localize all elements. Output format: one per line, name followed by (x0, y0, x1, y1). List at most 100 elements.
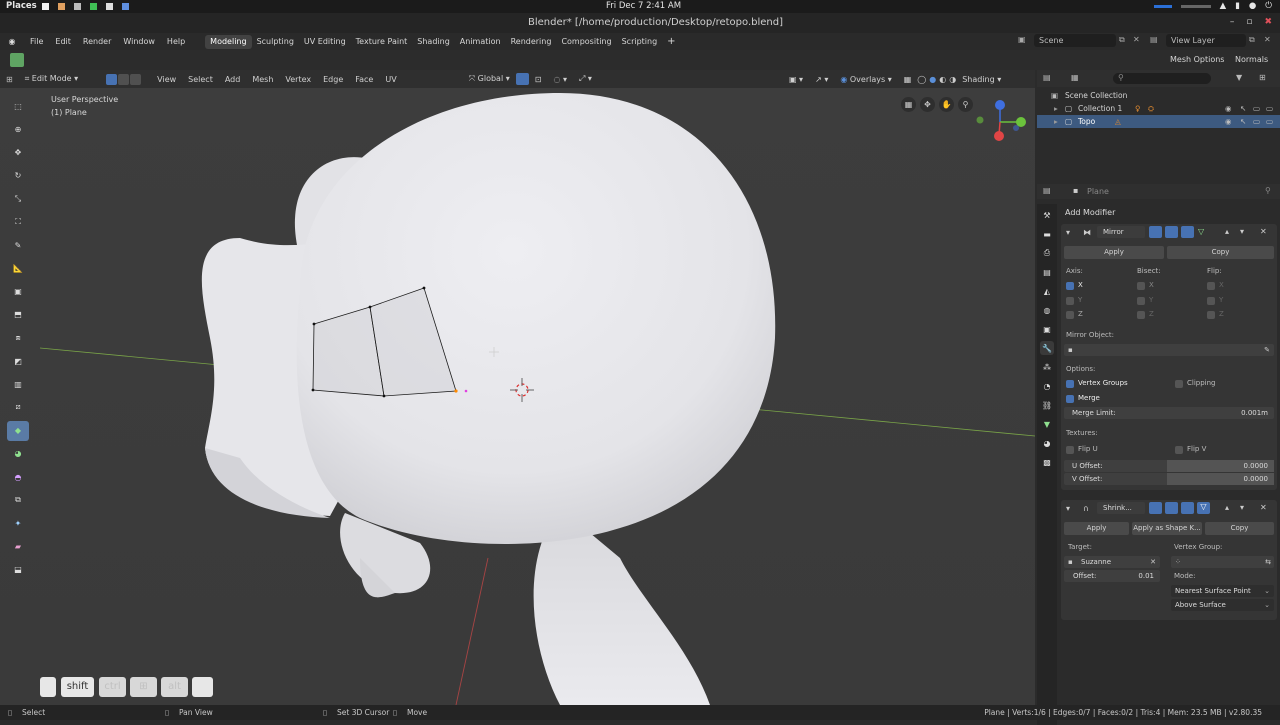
view-object-types-icon[interactable]: ▣ ▾ (783, 75, 809, 84)
pivot-icon[interactable] (515, 73, 529, 85)
move-tool-icon[interactable]: ✥ (7, 142, 29, 162)
vertex-groups-checkbox[interactable] (1066, 380, 1074, 388)
grid-icon[interactable]: ▦ (901, 97, 916, 112)
knife-tool-icon[interactable]: ⧄ (7, 397, 29, 417)
normals-menu[interactable]: Normals (1235, 55, 1268, 64)
flip-x-checkbox[interactable] (1207, 282, 1215, 290)
selectable-icon[interactable]: ↖ (1240, 102, 1246, 115)
3d-viewport[interactable]: User Perspective (1) Plane ▦ ✥ ✋ ⚲ (0, 88, 1035, 705)
move-up-icon[interactable]: ▴ (1225, 227, 1229, 236)
axis-x-checkbox[interactable] (1066, 282, 1074, 290)
bevel-tool-icon[interactable]: ◩ (7, 351, 29, 371)
menu-edit[interactable]: Edit (49, 37, 77, 46)
properties-editor-icon[interactable]: ▤ (1043, 186, 1051, 195)
bisect-z-checkbox[interactable] (1137, 311, 1145, 319)
cage-toggle-icon[interactable]: ▽ (1198, 227, 1204, 236)
bisect-y-checkbox[interactable] (1137, 297, 1145, 305)
flip-u-checkbox[interactable] (1066, 446, 1074, 454)
app-icon[interactable] (42, 3, 49, 10)
modifier-name-field[interactable]: Shrink... (1097, 502, 1145, 514)
viewport-disable-icon[interactable]: ▭ (1253, 115, 1260, 128)
realtime-toggle-icon[interactable] (1165, 226, 1178, 238)
edge-select-button[interactable] (118, 73, 130, 85)
poly-build-tool-icon[interactable]: ◆ (7, 420, 29, 441)
vertex-select-button[interactable] (106, 73, 118, 85)
bisect-x-checkbox[interactable] (1137, 282, 1145, 290)
wireframe-shading-icon[interactable]: ◯ (917, 75, 926, 84)
axis-z-checkbox[interactable] (1066, 311, 1074, 319)
inset-tool-icon[interactable]: ⧈ (7, 328, 29, 348)
display-mode-icon[interactable]: ▦ (1071, 73, 1079, 82)
maximize-icon[interactable]: ▫ (1246, 17, 1252, 27)
scene-tab-icon[interactable]: ◭ (1040, 284, 1054, 298)
tree-item-scene-collection[interactable]: ▣ Scene Collection (1037, 89, 1280, 102)
flip-y-checkbox[interactable] (1207, 297, 1215, 305)
user-icon[interactable]: ● (1249, 1, 1256, 11)
remove-modifier-icon[interactable]: ✕ (1260, 503, 1267, 512)
modifier-tab-icon[interactable]: 🔧 (1040, 341, 1054, 355)
clipping-checkbox[interactable] (1175, 380, 1183, 388)
particles-tab-icon[interactable]: ⁂ (1040, 360, 1054, 374)
texture-tab-icon[interactable]: ▩ (1040, 455, 1054, 469)
merge-limit-field[interactable]: Merge Limit: 0.001m (1064, 407, 1274, 419)
cage-toggle-icon[interactable]: ▽ (1197, 502, 1210, 514)
face-select-button[interactable] (130, 73, 142, 85)
apply-as-shape-button[interactable]: Apply as Shape K... (1132, 522, 1202, 535)
app-icon[interactable] (122, 3, 129, 10)
expand-icon[interactable]: ▸ (1054, 102, 1058, 115)
copy-view-layer-icon[interactable]: ⧉ (1249, 35, 1255, 45)
apply-button[interactable]: Apply (1064, 522, 1129, 535)
shading-menu[interactable]: Shading ▾ (956, 75, 1007, 84)
shrink-fatten-tool-icon[interactable]: ✦ (7, 513, 29, 533)
places-menu[interactable]: Places (6, 1, 37, 11)
snap-icon[interactable]: ⊡ (529, 75, 548, 84)
clear-target-icon[interactable]: ✕ (1150, 556, 1156, 568)
solid-shading-icon[interactable]: ● (929, 75, 936, 84)
data-tab-icon[interactable]: ▼ (1040, 417, 1054, 431)
viewport-disable-icon[interactable]: ▭ (1253, 102, 1260, 115)
outliner-editor-icon[interactable]: ▤ (1043, 73, 1051, 82)
object-tab-icon[interactable]: ▣ (1040, 322, 1054, 336)
hand-pan-icon[interactable]: ✋ (939, 97, 954, 112)
render-disable-icon[interactable]: ▭ (1266, 115, 1273, 128)
select-box-tool-icon[interactable]: ⬚ (7, 96, 29, 116)
scene-icon[interactable]: ▣ (1018, 35, 1026, 44)
edit-mode-toggle-icon[interactable] (1149, 226, 1162, 238)
menu-file[interactable]: File (24, 37, 49, 46)
collapse-icon[interactable]: ▾ (1066, 228, 1070, 237)
material-shading-icon[interactable]: ◐ (939, 75, 946, 84)
tab-modeling[interactable]: Modeling (205, 34, 252, 49)
add-menu[interactable]: Add (219, 75, 247, 84)
view-layer-tab-icon[interactable]: ▤ (1040, 265, 1054, 279)
menu-render[interactable]: Render (77, 37, 117, 46)
target-field[interactable]: ▪ Suzanne ✕ (1064, 556, 1160, 568)
apply-button[interactable]: Apply (1064, 246, 1164, 259)
constraints-tab-icon[interactable]: ⛓ (1040, 398, 1054, 412)
visibility-icon[interactable]: ◉ (1225, 102, 1232, 115)
render-disable-icon[interactable]: ▭ (1266, 102, 1273, 115)
visibility-icon[interactable]: ◉ (1225, 115, 1232, 128)
modifier-name-field[interactable]: Mirror (1097, 226, 1145, 238)
view-layer-icon[interactable]: ▤ (1150, 35, 1158, 44)
app-icon[interactable] (90, 3, 97, 10)
network-icon[interactable]: ▲ (1220, 1, 1227, 11)
xray-icon[interactable]: ▦ (898, 75, 918, 84)
blender-logo-icon[interactable]: ◉ (0, 37, 24, 46)
edge-slide-tool-icon[interactable]: ⧉ (7, 490, 29, 510)
transform-affect-icon[interactable]: ⤢ ▾ (573, 74, 598, 84)
axis-y-checkbox[interactable] (1066, 297, 1074, 305)
scale-tool-icon[interactable]: ⤡ (7, 189, 29, 209)
outliner-search-input[interactable]: ⚲ (1113, 73, 1211, 84)
material-tab-icon[interactable]: ◕ (1040, 436, 1054, 450)
app-icon[interactable] (106, 3, 113, 10)
close-icon[interactable]: ✖ (1264, 17, 1272, 27)
render-toggle-icon[interactable] (1181, 502, 1194, 514)
tab-texture-paint[interactable]: Texture Paint (351, 35, 413, 49)
transform-tool-icon[interactable]: ⛶ (7, 212, 29, 232)
battery-icon[interactable]: ▮ (1235, 1, 1240, 11)
tab-scripting[interactable]: Scripting (617, 35, 663, 49)
filter-icon[interactable]: ▼ (1236, 73, 1242, 82)
uv-menu[interactable]: UV (379, 75, 402, 84)
move-down-icon[interactable]: ▾ (1240, 227, 1244, 236)
rip-region-tool-icon[interactable]: ⬓ (7, 560, 29, 580)
